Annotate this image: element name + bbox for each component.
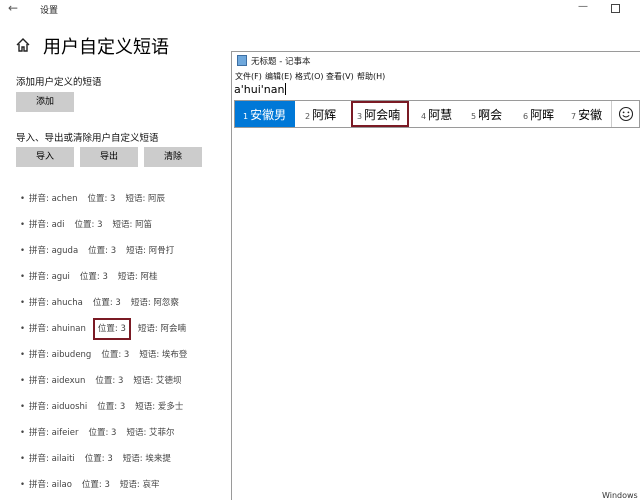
menu-edit[interactable]: 编辑(E) [265,71,292,82]
position-text: 位置: 3 [97,402,126,412]
emoji-button[interactable] [611,101,639,127]
position-text: 位置: 3 [84,454,113,464]
pinyin-text: 拼音: ailaiti [29,454,75,464]
notepad-window: 无标题 - 记事本 文件(F) 编辑(E) 格式(O) 查看(V) 帮助(H) … [231,51,640,500]
pinyin-text: 拼音: aiduoshi [29,402,88,412]
text-caret [285,83,287,95]
candidate-3-highlighted[interactable]: 3 阿会喃 [351,101,409,127]
candidate-6[interactable]: 6 阿晖 [521,101,567,127]
pinyin-text: 拼音: ahucha [29,298,83,308]
phrase-text: 短语: 阿骨打 [126,246,175,256]
menu-format[interactable]: 格式(O) [295,71,324,82]
pinyin-text: 拼音: ailao [29,480,72,490]
list-item[interactable]: • 拼音: aifeier 位置: 3 短语: 艾菲尔 [20,425,185,441]
back-arrow-icon[interactable]: ← [8,2,18,14]
notepad-title: 无标题 - 记事本 [251,57,311,67]
list-item[interactable]: • 拼音: achen 位置: 3 短语: 阿辰 [20,191,175,207]
candidate-5[interactable]: 5 啊会 [469,101,519,127]
candidate-2[interactable]: 2 阿辉 [297,101,347,127]
menu-view[interactable]: 查看(V) [326,71,354,82]
export-button[interactable]: 导出 [80,147,138,167]
settings-titlebar: ← 设置 — [0,0,640,18]
emoji-icon [618,106,634,122]
position-text: 位置: 3 [74,220,103,230]
menu-bar: 文件(F) 编辑(E) 格式(O) 查看(V) 帮助(H) [232,70,640,84]
add-section-label: 添加用户定义的短语 [16,77,102,88]
candidate-1[interactable]: 1 安徽男 [235,101,295,127]
maximize-icon[interactable] [611,4,620,13]
list-item[interactable]: • 拼音: aidexun 位置: 3 短语: 艾德坝 [20,373,191,389]
position-text: 位置: 3 [81,480,110,490]
phrase-text: 短语: 艾菲尔 [126,428,175,438]
import-button[interactable]: 导入 [16,147,74,167]
minimize-icon[interactable]: — [578,1,588,13]
pinyin-text: 拼音: aibudeng [29,350,92,360]
phrase-text: 短语: 阿笛 [112,220,153,230]
list-item[interactable]: • 拼音: adi 位置: 3 短语: 阿笛 [20,217,162,233]
clear-button[interactable]: 清除 [144,147,202,167]
position-text: 位置: 3 [88,428,117,438]
position-text: 位置: 3 [88,246,117,256]
list-item[interactable]: • 拼音: aiduoshi 位置: 3 短语: 爱多士 [20,399,193,415]
phrase-text: 短语: 阿会喃 [137,324,186,334]
position-text-highlighted: 位置: 3 [92,318,131,340]
position-text: 位置: 3 [87,194,116,204]
pinyin-text: 拼音: adi [29,220,65,230]
phrase-text: 短语: 阿辰 [125,194,166,204]
pinyin-text: 拼音: aifeier [29,428,79,438]
phrase-text: 短语: 艾德坝 [133,376,182,386]
list-item[interactable]: • 拼音: aibudeng 位置: 3 短语: 埃布登 [20,347,197,363]
candidate-7[interactable]: 7 安徽 [569,101,609,127]
notepad-app-icon [237,55,247,66]
list-item[interactable]: • 拼音: ailaiti 位置: 3 短语: 埃来提 [20,451,181,467]
io-section-label: 导入、导出或清除用户自定义短语 [16,133,159,144]
menu-file[interactable]: 文件(F) [235,71,262,82]
position-text: 位置: 3 [92,298,121,308]
position-text: 位置: 3 [101,350,130,360]
list-item[interactable]: • 拼音: ahuinan 位置: 3 短语: 阿会喃 [20,318,196,340]
position-text: 位置: 3 [79,272,108,282]
position-text: 位置: 3 [95,376,124,386]
pinyin-text: 拼音: aguda [29,246,79,256]
pinyin-text: 拼音: achen [29,194,78,204]
pinyin-text: 拼音: ahuinan [29,324,86,334]
editor-text[interactable]: a'hui'nan [234,83,287,96]
list-item[interactable]: • 拼音: ahucha 位置: 3 短语: 阿忽察 [20,295,189,311]
phrase-text: 短语: 阿忽察 [130,298,179,308]
list-item[interactable]: • 拼音: aguda 位置: 3 短语: 阿骨打 [20,243,184,259]
window-title: 设置 [40,6,59,16]
composition-text: a'hui'nan [234,83,285,96]
list-item[interactable]: • 拼音: ailao 位置: 3 短语: 哀牢 [20,477,169,493]
pinyin-text: 拼音: aidexun [29,376,86,386]
ime-candidate-bar: 1 安徽男 2 阿辉 3 阿会喃 4 阿慧 5 啊会 6 阿晖 7 安徽 [234,100,640,128]
phrase-text: 短语: 哀牢 [119,480,160,490]
menu-help[interactable]: 帮助(H) [357,71,385,82]
phrase-text: 短语: 埃布登 [139,350,188,360]
add-button[interactable]: 添加 [16,92,74,112]
pinyin-text: 拼音: agui [29,272,70,282]
home-icon [16,38,30,52]
list-item[interactable]: • 拼音: agui 位置: 3 短语: 阿桂 [20,269,167,285]
candidate-4[interactable]: 4 阿慧 [417,101,467,127]
phrase-text: 短语: 阿桂 [117,272,158,282]
phrase-text: 短语: 埃来提 [122,454,171,464]
page-title: 用户自定义短语 [43,37,169,58]
notepad-titlebar[interactable]: 无标题 - 记事本 [232,52,640,69]
taskbar-label: Windows [602,491,638,500]
phrase-text: 短语: 爱多士 [135,402,184,412]
